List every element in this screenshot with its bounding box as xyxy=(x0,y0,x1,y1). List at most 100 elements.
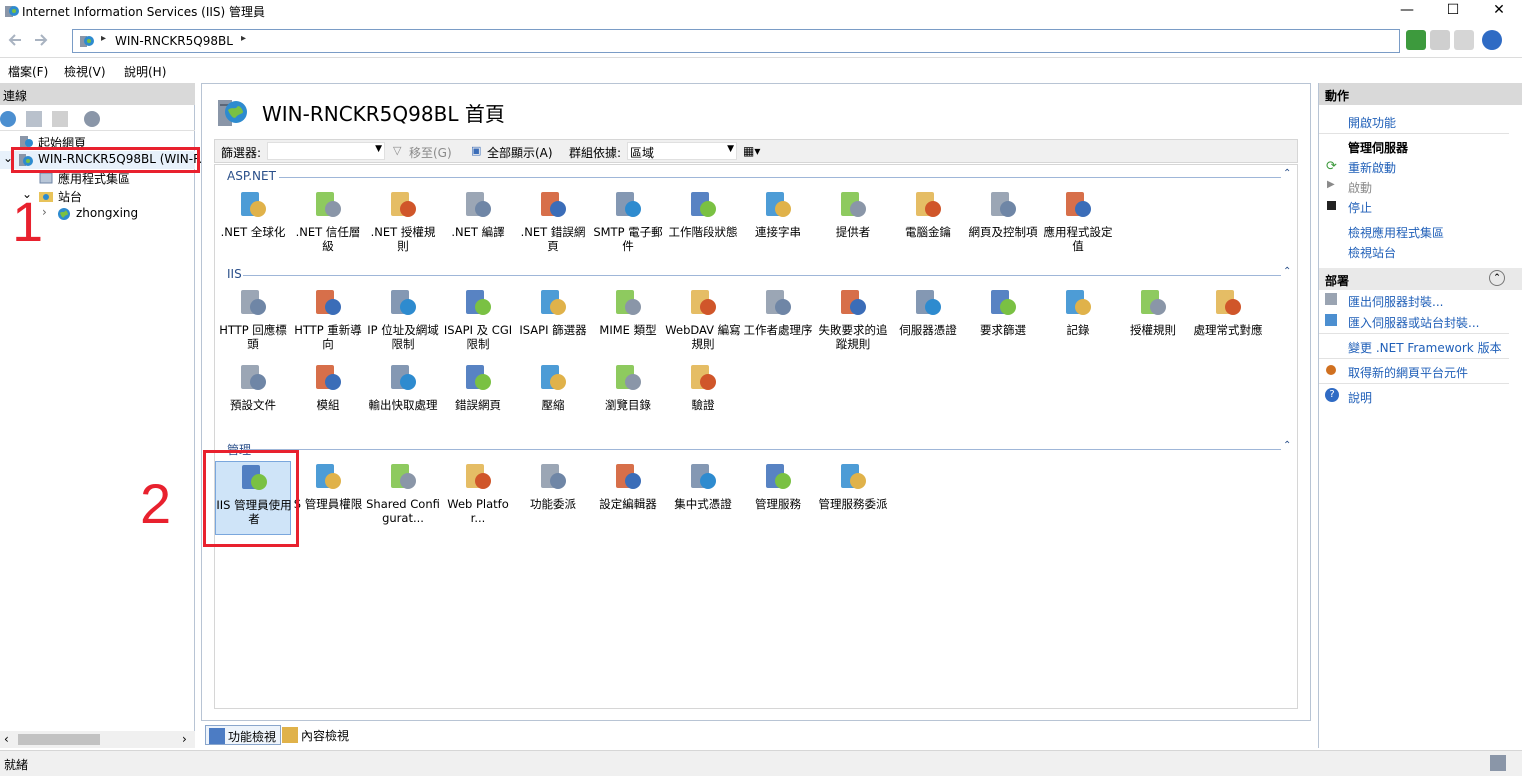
connect-icon[interactable] xyxy=(0,111,16,127)
feature-shared-configuration[interactable]: Shared Configurat... xyxy=(365,461,441,535)
feature-worker-processes[interactable]: 工作者處理序 xyxy=(740,287,816,361)
feature-compilation[interactable]: .NET 編譯 xyxy=(440,189,516,263)
collapse-group-icon[interactable]: ⌃ xyxy=(1283,168,1291,179)
minimize-button[interactable]: — xyxy=(1384,0,1430,22)
feature-label: 電腦金鑰 xyxy=(905,225,951,239)
horizontal-scrollbar[interactable]: ‹ › xyxy=(0,731,195,748)
feature-isapi-filters[interactable]: ISAPI 篩選器 xyxy=(515,287,591,361)
feature-label: .NET 全球化 xyxy=(220,225,286,239)
filter-input[interactable]: ▼ xyxy=(267,142,385,160)
feature-http-redirect[interactable]: HTTP 重新導向 xyxy=(290,287,366,361)
group-by-select[interactable]: 區域 ▼ xyxy=(627,142,737,160)
action-stop[interactable]: 停止 xyxy=(1348,199,1372,216)
feature-auth-rules[interactable]: 授權規則 xyxy=(1115,287,1191,361)
action-restart[interactable]: 重新啟動 xyxy=(1348,159,1396,176)
menu-file[interactable]: 檔案(F) xyxy=(8,63,48,80)
action-import-package[interactable]: 匯入伺服器或站台封裝... xyxy=(1348,314,1479,331)
refresh-icon[interactable] xyxy=(1406,30,1426,50)
forward-button[interactable] xyxy=(28,29,52,53)
tab-content-view[interactable]: 內容檢視 xyxy=(279,725,353,745)
feature-isapi-cgi[interactable]: ISAPI 及 CGI 限制 xyxy=(440,287,516,361)
feature-request-filtering[interactable]: 要求篩選 xyxy=(965,287,1041,361)
action-open-feature[interactable]: 開啟功能 xyxy=(1348,114,1396,131)
feature-providers[interactable]: 提供者 xyxy=(815,189,891,263)
feature-modules[interactable]: 模組 xyxy=(290,362,366,436)
feature-ip-restrictions[interactable]: IP 位址及網域限制 xyxy=(365,287,441,361)
feature-trust-level[interactable]: .NET 信任層級 xyxy=(290,189,366,263)
scroll-left-icon[interactable]: ‹ xyxy=(4,732,9,746)
feature-app-settings[interactable]: 應用程式設定值 xyxy=(1040,189,1116,263)
restart-icon: ⟳ xyxy=(1326,159,1337,174)
feature-connection-strings[interactable]: 連接字串 xyxy=(740,189,816,263)
http-headers-icon xyxy=(241,290,266,315)
feature-handler-mappings[interactable]: 處理常式對應 xyxy=(1190,287,1266,361)
feature-config-editor[interactable]: 設定編輯器 xyxy=(590,461,666,535)
maximize-button[interactable]: ☐ xyxy=(1430,0,1476,22)
action-start[interactable]: 啟動 xyxy=(1348,179,1372,196)
help-icon[interactable] xyxy=(1482,30,1502,50)
breadcrumb-server[interactable]: WIN-RNCKR5Q98BL xyxy=(115,34,233,48)
feature-logging[interactable]: 記錄 xyxy=(1040,287,1116,361)
go-button[interactable]: 移至(G) xyxy=(409,144,452,161)
action-view-sites[interactable]: 檢視站台 xyxy=(1348,244,1396,261)
back-button[interactable] xyxy=(4,29,28,53)
action-change-net-version[interactable]: 變更 .NET Framework 版本 xyxy=(1348,339,1502,356)
feature-failed-request[interactable]: 失敗要求的追蹤規則 xyxy=(815,287,891,361)
feature-management-service[interactable]: 管理服務 xyxy=(740,461,816,535)
save-icon[interactable] xyxy=(26,111,42,127)
scroll-right-icon[interactable]: › xyxy=(182,732,187,746)
breadcrumb-separator[interactable]: ▸ xyxy=(101,33,106,44)
feature-iis-manager-permissions[interactable]: S 管理員權限 xyxy=(290,461,366,535)
breadcrumb-separator[interactable]: ▸ xyxy=(241,33,246,44)
feature-centralized-certs[interactable]: 集中式憑證 xyxy=(665,461,741,535)
scrollbar-thumb[interactable] xyxy=(18,734,100,745)
collapse-section-icon[interactable]: ⌃ xyxy=(1489,270,1505,286)
tab-features-view[interactable]: 功能檢視 xyxy=(205,725,282,745)
close-button[interactable]: ✕ xyxy=(1476,0,1522,22)
stop-nav-icon[interactable] xyxy=(1430,30,1450,50)
feature-label: HTTP 回應標頭 xyxy=(219,323,287,351)
menu-help[interactable]: 說明(H) xyxy=(124,63,166,80)
view-mode-icon[interactable]: ▦▾ xyxy=(743,144,760,158)
feature-http-headers[interactable]: HTTP 回應標頭 xyxy=(215,287,291,361)
http-redirect-icon xyxy=(316,290,341,315)
feature-pages-controls[interactable]: 網頁及控制項 xyxy=(965,189,1041,263)
address-field[interactable]: ▸ WIN-RNCKR5Q98BL ▸ xyxy=(72,29,1400,53)
collapse-group-icon[interactable]: ⌃ xyxy=(1283,266,1291,277)
feature-machine-key[interactable]: 電腦金鑰 xyxy=(890,189,966,263)
feature-error-pages[interactable]: 錯誤網頁 xyxy=(440,362,516,436)
feature-authorization-rules[interactable]: .NET 授權規則 xyxy=(365,189,441,263)
disconnect-icon[interactable] xyxy=(84,111,100,127)
collapse-group-icon[interactable]: ⌃ xyxy=(1283,440,1291,451)
feature-server-certificates[interactable]: 伺服器憑證 xyxy=(890,287,966,361)
start-icon: ▶ xyxy=(1327,179,1335,190)
feature-label: .NET 信任層級 xyxy=(295,225,361,253)
feature-error-pages[interactable]: .NET 錯誤網頁 xyxy=(515,189,591,263)
feature-mime-types[interactable]: MIME 類型 xyxy=(590,287,666,361)
show-all-button[interactable]: 全部顯示(A) xyxy=(487,144,553,161)
action-export-server-package[interactable]: 匯出伺服器封裝... xyxy=(1348,293,1443,310)
feature-smtp-email[interactable]: SMTP 電子郵件 xyxy=(590,189,666,263)
feature-feature-delegation[interactable]: 功能委派 xyxy=(515,461,591,535)
menu-view[interactable]: 檢視(V) xyxy=(64,63,106,80)
action-help[interactable]: 說明 xyxy=(1348,389,1372,406)
up-icon[interactable] xyxy=(52,111,68,127)
feature-authentication[interactable]: 驗證 xyxy=(665,362,741,436)
feature-web-platform[interactable]: Web Platfor... xyxy=(440,461,516,535)
feature-globalization[interactable]: .NET 全球化 xyxy=(215,189,291,263)
feature-output-caching[interactable]: 輸出快取處理 xyxy=(365,362,441,436)
feature-default-document[interactable]: 預設文件 xyxy=(215,362,291,436)
feature-management-delegation[interactable]: 管理服務委派 xyxy=(815,461,891,535)
feature-session-state[interactable]: 工作階段狀態 xyxy=(665,189,741,263)
feature-label: 管理服務 xyxy=(755,497,801,511)
title-bar: Internet Information Services (IIS) 管理員 … xyxy=(0,0,1522,22)
handler-mappings-icon xyxy=(1216,290,1241,315)
feature-compression[interactable]: 壓縮 xyxy=(515,362,591,436)
feature-directory-browsing[interactable]: 瀏覽目錄 xyxy=(590,362,666,436)
feature-webdav[interactable]: WebDAV 編寫規則 xyxy=(665,287,741,361)
action-view-app-pools[interactable]: 檢視應用程式集區 xyxy=(1348,224,1444,241)
action-get-web-platform[interactable]: 取得新的網頁平台元件 xyxy=(1348,364,1468,381)
feature-label: 授權規則 xyxy=(1130,323,1176,337)
machine-key-icon xyxy=(916,192,941,217)
home-icon[interactable] xyxy=(1454,30,1474,50)
